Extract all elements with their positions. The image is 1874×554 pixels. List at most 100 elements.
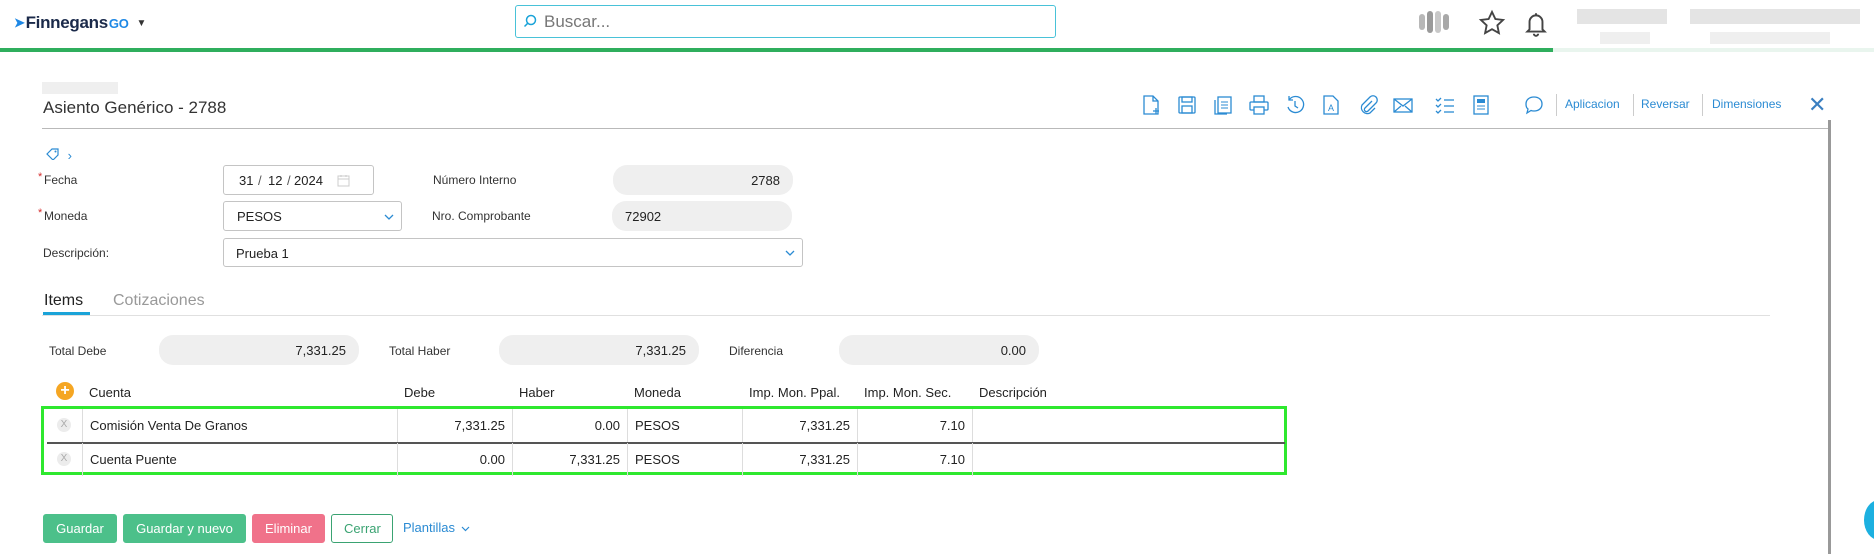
cell-haber[interactable]: 0.00 (513, 409, 628, 442)
attachment-icon[interactable] (1356, 94, 1378, 116)
row-delete-cell: X (47, 443, 83, 476)
calendar-icon[interactable] (337, 174, 350, 187)
app-logo[interactable]: ➤ Finnegans GO ▼ (14, 13, 146, 33)
fecha-month[interactable]: 12 (268, 173, 282, 188)
nro-comprobante-label: Nro. Comprobante (432, 209, 531, 223)
tags-toggle[interactable]: › (46, 148, 72, 163)
fecha-field[interactable]: 31 / 12 / 2024 (223, 165, 374, 195)
moneda-select[interactable]: PESOS (223, 201, 402, 231)
fecha-label: * Fecha (38, 171, 78, 187)
fecha-year[interactable]: 2024 (294, 173, 323, 188)
cell-imp-mon-ppal[interactable]: 7,331.25 (743, 409, 858, 442)
comment-icon[interactable] (1523, 94, 1545, 116)
eliminar-button[interactable]: Eliminar (252, 514, 325, 543)
guardar-y-nuevo-button[interactable]: Guardar y nuevo (123, 514, 246, 543)
chevron-down-icon[interactable] (384, 214, 394, 221)
column-header-descripcion: Descripción (979, 385, 1047, 400)
nro-comprobante-value[interactable]: 72902 (625, 209, 661, 224)
nro-comprobante-field[interactable]: 72902 (612, 201, 792, 231)
report-icon[interactable] (1470, 94, 1492, 116)
copy-icon[interactable] (1212, 94, 1234, 116)
add-row-button[interactable]: + (56, 382, 74, 400)
chevron-down-icon[interactable] (785, 250, 795, 257)
apps-logo-icon[interactable] (1416, 8, 1452, 36)
descripcion-label: Descripción: (43, 246, 110, 260)
delete-row-icon[interactable]: X (57, 418, 71, 432)
plantillas-dropdown[interactable]: Plantillas (403, 514, 470, 543)
page-title: Asiento Genérico - 2788 (43, 98, 227, 117)
bell-icon[interactable] (1523, 10, 1549, 38)
fecha-day[interactable]: 31 (239, 173, 253, 188)
print-icon[interactable] (1248, 94, 1270, 116)
cell-imp-mon-sec[interactable]: 7.10 (858, 443, 973, 476)
column-header-cuenta: Cuenta (89, 385, 131, 400)
date-separator: / (287, 173, 291, 188)
vertical-scrollbar[interactable] (1828, 120, 1831, 554)
table-row[interactable]: X Comisión Venta De Granos 7,331.25 0.00… (47, 409, 1285, 444)
descripcion-select[interactable]: Prueba 1 (223, 238, 803, 267)
moneda-label: * Moneda (38, 207, 88, 223)
company-name-blurred[interactable] (1690, 9, 1860, 24)
reversar-link[interactable]: Reversar (1641, 97, 1690, 111)
column-header-imp-mon-ppal: Imp. Mon. Ppal. (749, 385, 841, 400)
cell-imp-mon-ppal[interactable]: 7,331.25 (743, 443, 858, 476)
document-text-icon[interactable]: A (1320, 94, 1342, 116)
chevron-down-icon[interactable]: ▼ (137, 18, 147, 29)
star-icon[interactable] (1478, 9, 1506, 37)
search-icon (523, 14, 537, 28)
top-bar: ➤ Finnegans GO ▼ (0, 0, 1874, 52)
column-header-haber: Haber (519, 385, 555, 400)
column-header-imp-mon-sec: Imp. Mon. Sec. (864, 385, 952, 400)
toolbar-separator (1702, 94, 1703, 116)
chevron-right-icon: › (67, 148, 72, 163)
dimensiones-link[interactable]: Dimensiones (1712, 97, 1781, 111)
close-icon[interactable]: ✕ (1808, 92, 1826, 118)
date-separator: / (258, 173, 262, 188)
total-debe-label: Total Debe (49, 344, 107, 358)
cell-debe[interactable]: 0.00 (398, 443, 513, 476)
cell-moneda[interactable]: PESOS (628, 409, 743, 442)
diferencia-label: Diferencia (729, 344, 784, 358)
help-chat-button[interactable] (1864, 500, 1874, 540)
total-debe-value: 7,331.25 (295, 343, 346, 358)
cell-debe[interactable]: 7,331.25 (398, 409, 513, 442)
cell-imp-mon-sec[interactable]: 7.10 (858, 409, 973, 442)
save-icon[interactable] (1176, 94, 1198, 116)
tab-cotizaciones[interactable]: Cotizaciones (113, 292, 205, 310)
cerrar-button[interactable]: Cerrar (331, 514, 393, 543)
user-panel-shadow (1553, 48, 1874, 52)
checklist-icon[interactable] (1434, 94, 1456, 116)
cell-cuenta[interactable]: Comisión Venta De Granos (83, 409, 398, 442)
column-header-moneda: Moneda (634, 385, 681, 400)
diferencia-field: 0.00 (839, 335, 1039, 365)
cell-moneda[interactable]: PESOS (628, 443, 743, 476)
history-icon[interactable] (1284, 94, 1306, 116)
user-name-blurred[interactable] (1577, 9, 1667, 24)
cell-cuenta[interactable]: Cuenta Puente (83, 443, 398, 476)
row-delete-cell: X (47, 409, 83, 442)
guardar-button[interactable]: Guardar (43, 514, 117, 543)
chevron-down-icon (461, 526, 470, 531)
cell-descripcion[interactable] (973, 409, 1285, 442)
cell-descripcion[interactable] (973, 443, 1285, 476)
new-document-icon[interactable] (1140, 94, 1162, 116)
numero-interno-field: 2788 (613, 165, 793, 195)
mail-icon[interactable] (1392, 94, 1414, 116)
column-header-debe: Debe (404, 385, 436, 400)
total-haber-label: Total Haber (389, 344, 451, 358)
aplicacion-link[interactable]: Aplicacion (1565, 97, 1620, 111)
tab-items[interactable]: Items (44, 292, 83, 310)
active-tab-indicator (43, 312, 90, 315)
svg-text:A: A (1328, 103, 1334, 113)
total-haber-value: 7,331.25 (635, 343, 686, 358)
cell-haber[interactable]: 7,331.25 (513, 443, 628, 476)
logo-text: Finnegans (25, 13, 109, 32)
delete-row-icon[interactable]: X (57, 452, 71, 466)
search-bar[interactable] (515, 5, 1056, 38)
total-haber-field: 7,331.25 (499, 335, 699, 365)
toolbar-separator (1633, 94, 1634, 116)
search-input[interactable] (542, 10, 1046, 34)
header-divider (42, 128, 1830, 129)
logo-arrow-icon: ➤ (14, 15, 25, 30)
table-row[interactable]: X Cuenta Puente 0.00 7,331.25 PESOS 7,33… (47, 443, 1285, 476)
